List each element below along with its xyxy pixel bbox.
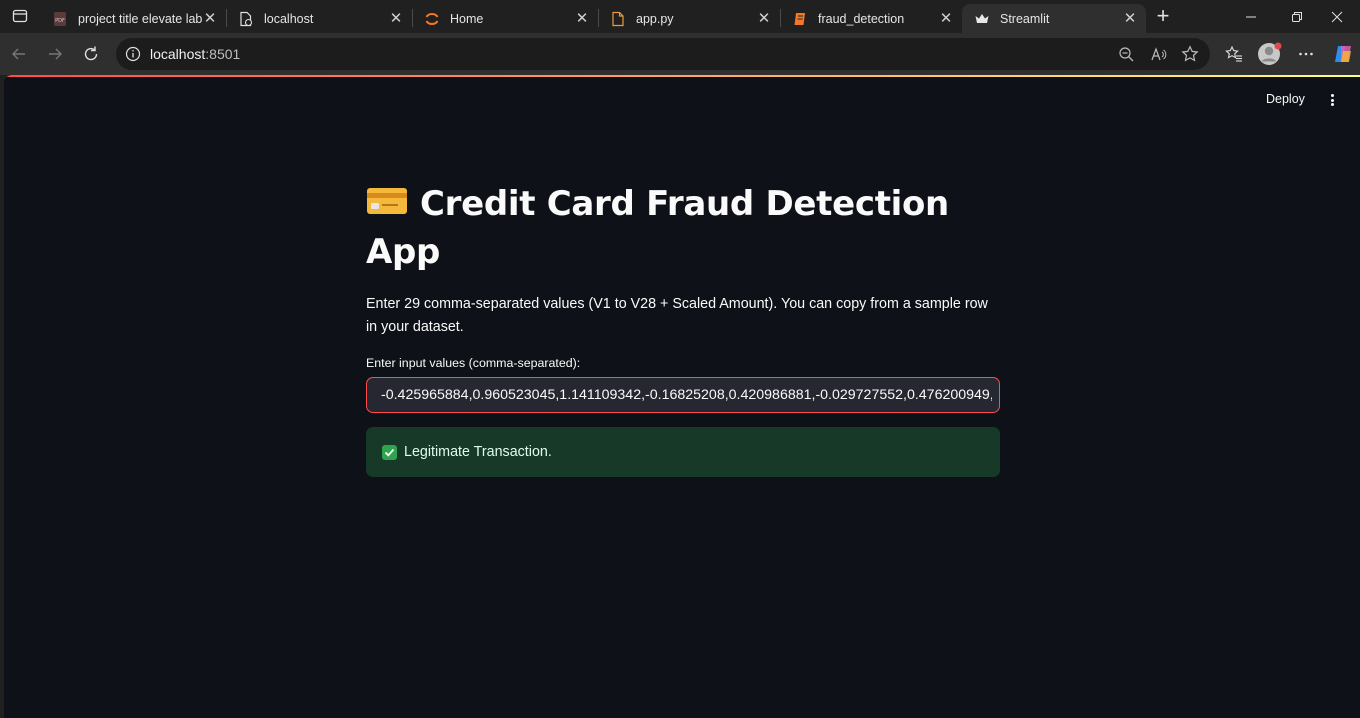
reload-icon	[84, 46, 98, 61]
description-text: Enter 29 comma-separated values (V1 to V…	[366, 296, 988, 335]
more-horizontal-icon	[1299, 52, 1313, 56]
tab-home[interactable]: Home ✕	[412, 4, 598, 33]
back-button[interactable]	[4, 40, 34, 68]
url-text: localhost:8501	[150, 46, 240, 62]
favorites-icon	[1225, 45, 1242, 62]
success-alert: Legitimate Transaction.	[366, 427, 1000, 477]
sidebar-toggle-icon	[12, 9, 28, 23]
url-host: localhost	[150, 46, 206, 62]
menu-dot	[1330, 94, 1334, 97]
minimize-button[interactable]	[1228, 0, 1274, 33]
close-icon	[1331, 11, 1343, 22]
reload-button[interactable]	[76, 40, 106, 68]
file-icon	[610, 11, 626, 27]
page-title: Credit Card Fraud Detection App	[366, 180, 1000, 276]
tab-actions-button[interactable]	[5, 2, 35, 30]
svg-text:PDF: PDF	[55, 18, 65, 24]
tab-title: fraud_detection	[818, 11, 905, 26]
pdf-icon: PDF	[52, 11, 68, 27]
tab-title: Home	[450, 11, 484, 26]
tab-title: project title elevate lab:	[78, 11, 202, 26]
menu-dot	[1330, 103, 1334, 106]
main-content: Credit Card Fraud Detection App Enter 29…	[366, 180, 1000, 477]
profile-button[interactable]	[1255, 40, 1285, 68]
credit-card-icon	[367, 187, 407, 214]
streamlit-page: Deploy Credit Card Fraud Detection App E…	[4, 75, 1360, 718]
streamlit-crown-icon	[974, 11, 990, 27]
avatar	[1258, 42, 1282, 65]
check-mark-icon	[382, 444, 397, 460]
jupyter-icon	[424, 11, 440, 27]
tab-title: localhost	[264, 11, 314, 26]
address-bar[interactable]: localhost:8501	[116, 38, 1210, 70]
forward-arrow-icon	[49, 48, 62, 60]
tab-project-title[interactable]: PDF project title elevate lab: ✕	[40, 4, 226, 33]
main-menu-button[interactable]	[1324, 91, 1340, 109]
settings-more-button[interactable]	[1291, 40, 1321, 68]
tab-title: app.py	[636, 11, 674, 26]
input-label: Enter input values (comma-separated):	[366, 356, 581, 370]
close-tab-icon[interactable]: ✕	[938, 10, 954, 27]
close-window-button[interactable]	[1314, 0, 1360, 33]
tab-title: Streamlit	[1000, 11, 1050, 26]
new-tab-button[interactable]: +	[1148, 2, 1178, 30]
header-decoration-bar	[4, 75, 1360, 77]
restore-icon	[1292, 11, 1302, 22]
close-tab-icon[interactable]: ✕	[756, 10, 772, 27]
notebook-icon	[792, 11, 808, 27]
favorites-button[interactable]	[1219, 40, 1249, 68]
minimize-icon	[1246, 16, 1256, 17]
copilot-icon	[1335, 46, 1351, 62]
menu-dot	[1330, 98, 1334, 102]
close-tab-icon[interactable]: ✕	[202, 10, 218, 27]
result-text: Legitimate Transaction.	[404, 444, 552, 460]
url-port: :8501	[205, 46, 241, 62]
deploy-button[interactable]: Deploy	[1266, 92, 1305, 106]
tab-streamlit[interactable]: Streamlit ✕	[962, 4, 1146, 33]
tab-localhost[interactable]: localhost ✕	[226, 4, 412, 33]
close-tab-icon[interactable]: ✕	[574, 10, 590, 27]
input-values-field[interactable]	[366, 377, 1000, 413]
tab-app-py[interactable]: app.py ✕	[598, 4, 780, 33]
browser-toolbar: localhost:8501	[0, 33, 1360, 75]
copilot-button[interactable]	[1328, 40, 1358, 68]
forward-button[interactable]	[40, 40, 70, 68]
site-info-icon[interactable]	[125, 46, 141, 62]
back-arrow-icon	[12, 48, 25, 60]
close-tab-icon[interactable]: ✕	[1122, 10, 1138, 27]
file-sync-icon	[238, 11, 254, 27]
favorite-star-icon[interactable]	[1181, 45, 1199, 63]
page-title-text: Credit Card Fraud Detection App	[366, 184, 949, 272]
zoom-out-icon[interactable]	[1118, 46, 1135, 63]
tab-fraud-detection[interactable]: fraud_detection ✕	[780, 4, 962, 33]
input-values-text[interactable]	[381, 387, 992, 403]
browser-tab-strip: PDF project title elevate lab: ✕ localho…	[0, 0, 1360, 33]
read-aloud-icon[interactable]	[1150, 46, 1167, 63]
close-tab-icon[interactable]: ✕	[388, 10, 404, 27]
